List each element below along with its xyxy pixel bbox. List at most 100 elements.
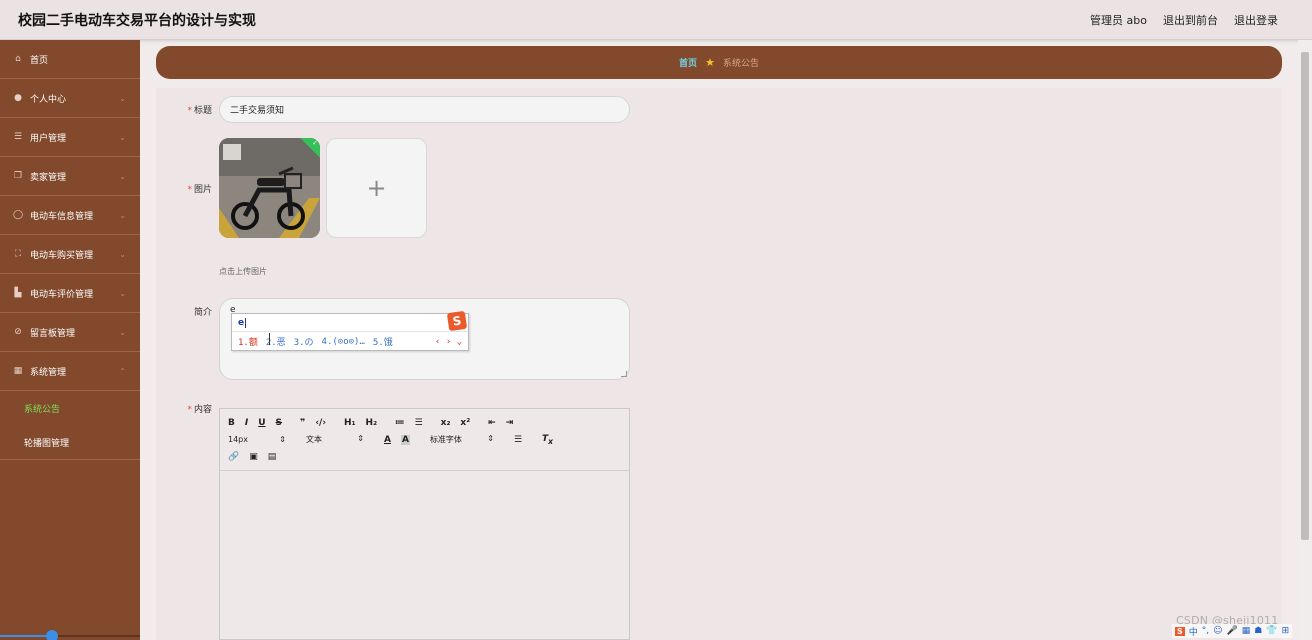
indent-button[interactable]: ⇥ [506, 418, 514, 428]
outdent-button[interactable]: ⇤ [488, 418, 496, 428]
keyboard-icon[interactable]: ▦ [1242, 626, 1251, 636]
required-mark: * [187, 185, 192, 195]
background-color-button[interactable]: A [400, 434, 410, 445]
chinese-mode-icon[interactable]: 中 [1189, 625, 1198, 638]
bullet-list-button[interactable]: ☰ [415, 418, 423, 428]
clear-format-button[interactable]: Tx [542, 434, 553, 446]
link-button[interactable]: 🔗 [228, 452, 239, 462]
grid-icon: ▦ [13, 366, 23, 376]
frame-icon: ⛶ [14, 249, 22, 259]
uploaded-image-thumbnail[interactable]: ✓ [219, 138, 320, 238]
ime-candidate[interactable]: 1.额 [238, 335, 258, 348]
sidebar-item-label: 电动车购买管理 [30, 250, 94, 261]
subscript-button[interactable]: x₂ [441, 418, 451, 428]
updown-icon: ⇕ [357, 434, 364, 443]
chevron-down-icon: ⌄ [119, 132, 126, 142]
superscript-button[interactable]: x² [460, 418, 470, 428]
info-icon: ◯ [12, 210, 24, 220]
align-button[interactable]: ☰ [514, 435, 522, 445]
chevron-down-icon: ⌄ [119, 288, 126, 298]
skin-icon[interactable]: ☗ [1254, 626, 1262, 636]
editor-content-area[interactable] [220, 471, 629, 639]
h2-button[interactable]: H₂ [366, 418, 377, 428]
slider-knob[interactable] [46, 630, 58, 640]
punctuation-icon[interactable]: °, [1202, 626, 1209, 636]
sidebar-item-message-board[interactable]: ⊘ 留言板管理 ⌄ [0, 313, 140, 352]
sidebar-item-user-management[interactable]: ☰ 用户管理 ⌄ [0, 118, 140, 157]
sidebar-item-ebike-review[interactable]: ▙ 电动车评价管理 ⌄ [0, 274, 140, 313]
top-header: 校园二手电动车交易平台的设计与实现 管理员 abo 退出到前台 退出登录 [0, 0, 1312, 40]
bold-button[interactable]: B [228, 418, 235, 428]
scrollbar-thumb[interactable] [1301, 52, 1309, 540]
chevron-down-icon: ⌄ [119, 93, 126, 103]
sidebar-item-label: 首页 [30, 55, 49, 66]
sogou-logo-icon[interactable]: S [1175, 626, 1185, 636]
ordered-list-button[interactable]: ≔ [395, 418, 405, 428]
breadcrumb-home[interactable]: 首页 [679, 56, 697, 69]
text-color-button[interactable]: A [384, 435, 391, 445]
image-button[interactable]: ▣ [249, 452, 258, 462]
home-icon: ⌂ [15, 54, 21, 64]
user-label: 管理员 abo [1090, 13, 1147, 27]
toolbox-icon[interactable]: ⊞ [1282, 626, 1290, 636]
ime-candidate[interactable]: 5.饿 [373, 335, 393, 348]
sidebar-item-ebike-info[interactable]: ◯ 电动车信息管理 ⌄ [0, 196, 140, 235]
image-label: * 图片 [187, 185, 212, 195]
video-button[interactable]: ▤ [268, 452, 277, 462]
add-image-button[interactable]: + [326, 138, 427, 238]
sogou-logo-icon: S [446, 310, 468, 332]
h1-button[interactable]: H₁ [344, 418, 355, 428]
rich-text-editor: B I U S ❞ ‹/› H₁ H₂ ≔ ☰ x₂ x² ⇤ ⇥ 14px ⇕ … [219, 408, 630, 640]
italic-button[interactable]: I [245, 418, 248, 428]
ime-candidate[interactable]: 4.(⊙o⊙)… [322, 337, 365, 347]
microphone-icon[interactable]: 🎤 [1227, 626, 1238, 636]
breadcrumb-current: 系统公告 [722, 59, 759, 69]
chevron-down-icon: ⌄ [119, 327, 126, 337]
code-button[interactable]: ‹/› [315, 418, 326, 428]
sidebar-item-label: 系统管理 [30, 367, 67, 378]
system-submenu: 系统公告 轮播图管理 [0, 391, 140, 460]
chevron-up-icon: ⌃ [119, 366, 126, 376]
intro-label: 简介 [193, 308, 212, 318]
ime-composition: e [232, 314, 468, 332]
emoji-icon[interactable]: ☺ [1213, 626, 1222, 636]
strike-button[interactable]: S [276, 418, 282, 428]
plus-icon: + [366, 174, 387, 202]
chevron-down-icon: ⌄ [119, 171, 126, 181]
ime-candidate[interactable]: 3.の [294, 335, 314, 348]
logout-link[interactable]: 退出登录 [1234, 12, 1278, 28]
page-scrollbar[interactable] [1298, 40, 1312, 640]
submenu-item-announcement[interactable]: 系统公告 [0, 391, 140, 425]
sidebar-item-personal-center[interactable]: ● 个人中心 ⌄ [0, 79, 140, 118]
font-size-select[interactable]: 14px ⇕ [228, 435, 286, 444]
submenu-item-carousel[interactable]: 轮播图管理 [0, 425, 140, 459]
sidebar-item-label: 用户管理 [30, 133, 67, 144]
title-input[interactable]: 二手交易须知 [219, 96, 630, 123]
copy-icon: ❐ [13, 171, 23, 181]
sidebar-item-home[interactable]: ⌂ 首页 [0, 40, 140, 79]
sidebar-item-ebike-purchase[interactable]: ⛶ 电动车购买管理 ⌄ [0, 235, 140, 274]
sidebar-item-label: 电动车信息管理 [30, 211, 94, 222]
font-family-select[interactable]: 标准字体 ⇕ [430, 434, 494, 445]
user-icon: ● [14, 93, 22, 103]
blockquote-button[interactable]: ❞ [300, 418, 305, 428]
ime-page-nav[interactable]: ‹ › ⌄ [435, 337, 462, 347]
chevron-down-icon: ⌄ [119, 210, 126, 220]
shop-icon: ▙ [14, 288, 22, 298]
content-label: * 内容 [187, 405, 212, 415]
resize-handle[interactable] [621, 371, 627, 377]
sidebar-item-label: 个人中心 [30, 94, 67, 105]
shirt-icon[interactable]: 👕 [1266, 626, 1277, 636]
toolbar-row-2: 14px ⇕ 文本 ⇕ A A 标准字体 ⇕ ☰ Tx [228, 431, 621, 448]
updown-icon: ⇕ [487, 434, 494, 443]
ime-candidate-list: 1.额 2.恶 3.の 4.(⊙o⊙)… 5.饿 ‹ › ⌄ [232, 332, 468, 351]
ime-candidate-window: e 1.额 2.恶 3.の 4.(⊙o⊙)… 5.饿 ‹ › ⌄ S [231, 310, 469, 351]
sidebar-slider[interactable] [0, 630, 140, 640]
underline-button[interactable]: U [258, 418, 265, 428]
sidebar-item-seller-management[interactable]: ❐ 卖家管理 ⌄ [0, 157, 140, 196]
back-to-front-link[interactable]: 退出到前台 [1163, 12, 1218, 28]
format-select[interactable]: 文本 ⇕ [306, 434, 364, 445]
sidebar-item-system-management[interactable]: ▦ 系统管理 ⌃ [0, 352, 140, 391]
breadcrumb: 首页 ★ 系统公告 [156, 46, 1282, 79]
header-actions: 管理员 abo 退出到前台 退出登录 [1090, 12, 1294, 28]
